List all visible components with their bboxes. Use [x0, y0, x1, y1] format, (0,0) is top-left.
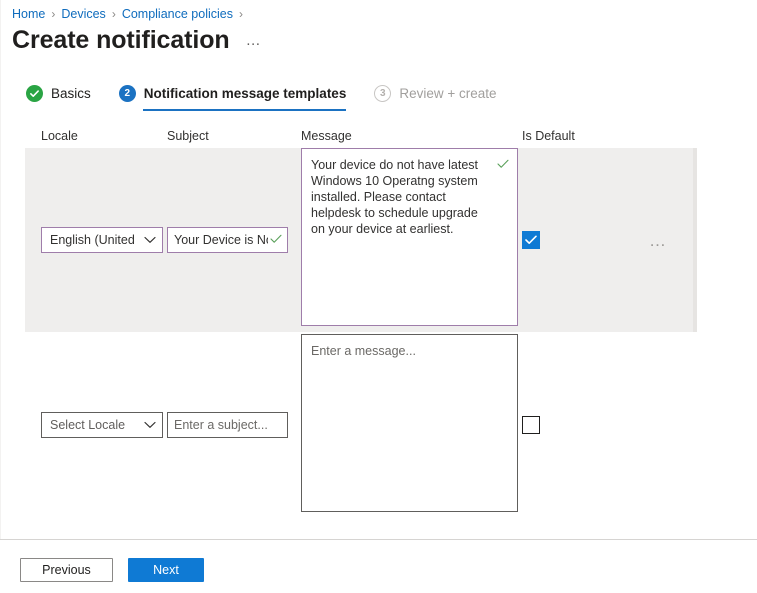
wizard-footer: Previous Next — [20, 558, 204, 582]
breadcrumb-item-home[interactable]: Home — [12, 7, 45, 21]
locale-dropdown[interactable]: Select Locale — [41, 412, 163, 438]
breadcrumb-separator-icon: › — [51, 7, 56, 21]
notification-templates-table: Locale Subject Message Is Default Englis… — [25, 124, 697, 516]
tab-notification-message-templates[interactable]: 2 Notification message templates — [118, 80, 347, 111]
page-title-row: Create notification … — [12, 24, 262, 56]
subject-input-value: Your Device is No... — [174, 233, 268, 247]
blade-left-rule — [0, 0, 1, 540]
valid-check-icon — [270, 233, 282, 247]
cell-subject: Enter a subject... — [167, 334, 294, 516]
active-tab-underline — [142, 109, 347, 111]
cell-message: Your device do not have latest Windows 1… — [294, 148, 519, 332]
valid-check-icon — [497, 157, 509, 173]
tab-review-create[interactable]: 3 Review + create — [374, 80, 497, 108]
row-edge-rule — [693, 148, 697, 332]
footer-divider — [0, 539, 757, 540]
tab-basics[interactable]: Basics — [26, 80, 91, 108]
cell-is-default — [519, 148, 649, 332]
locale-dropdown-placeholder: Select Locale — [50, 418, 126, 432]
locale-dropdown[interactable]: English (United ... — [41, 227, 163, 253]
message-textarea[interactable]: Enter a message... — [301, 334, 518, 512]
tab-notification-message-templates-label: Notification message templates — [143, 85, 347, 101]
table-row: English (United ... Your Device is No... — [25, 148, 697, 332]
cell-locale: Select Locale — [25, 334, 167, 516]
column-header-is-default: Is Default — [522, 129, 575, 143]
message-textarea[interactable]: Your device do not have latest Windows 1… — [301, 148, 518, 326]
message-textarea-placeholder: Enter a message... — [311, 344, 416, 358]
previous-button[interactable]: Previous — [20, 558, 113, 582]
message-textarea-value: Your device do not have latest Windows 1… — [311, 158, 482, 236]
more-actions-icon[interactable]: … — [246, 33, 263, 48]
table-row: Select Locale Enter a subject... Enter a… — [25, 334, 697, 516]
is-default-checkbox[interactable] — [522, 416, 540, 434]
cell-subject: Your Device is No... — [167, 148, 294, 332]
step-number-badge: 3 — [374, 84, 392, 102]
subject-input[interactable]: Enter a subject... — [167, 412, 288, 438]
breadcrumb: Home › Devices › Compliance policies › — [12, 5, 249, 23]
tab-basics-label: Basics — [51, 85, 91, 101]
chevron-down-icon — [144, 233, 156, 247]
is-default-checkbox[interactable] — [522, 231, 540, 249]
breadcrumb-separator-icon: › — [238, 7, 243, 21]
cell-locale: English (United ... — [25, 148, 167, 332]
cell-is-default — [519, 334, 649, 516]
column-header-message: Message — [301, 129, 352, 143]
column-header-subject: Subject — [167, 129, 209, 143]
tab-review-create-label: Review + create — [399, 85, 497, 101]
row-context-menu-icon[interactable]: … — [649, 232, 668, 249]
page-title: Create notification — [12, 26, 230, 54]
table-column-headers: Locale Subject Message Is Default — [25, 124, 697, 148]
next-button[interactable]: Next — [128, 558, 204, 582]
step-number-badge: 2 — [118, 84, 136, 102]
column-header-locale: Locale — [41, 129, 78, 143]
breadcrumb-separator-icon: › — [111, 7, 116, 21]
chevron-down-icon — [144, 418, 156, 432]
cell-row-actions: … — [649, 148, 697, 332]
check-icon — [26, 84, 43, 102]
subject-input[interactable]: Your Device is No... — [167, 227, 288, 253]
wizard-tabs: Basics 2 Notification message templates … — [26, 80, 497, 111]
cell-row-actions — [649, 334, 697, 516]
locale-dropdown-value: English (United ... — [50, 233, 138, 247]
subject-input-placeholder: Enter a subject... — [174, 418, 268, 432]
breadcrumb-item-compliance-policies[interactable]: Compliance policies — [122, 7, 233, 21]
breadcrumb-item-devices[interactable]: Devices — [61, 7, 105, 21]
cell-message: Enter a message... — [294, 334, 519, 516]
